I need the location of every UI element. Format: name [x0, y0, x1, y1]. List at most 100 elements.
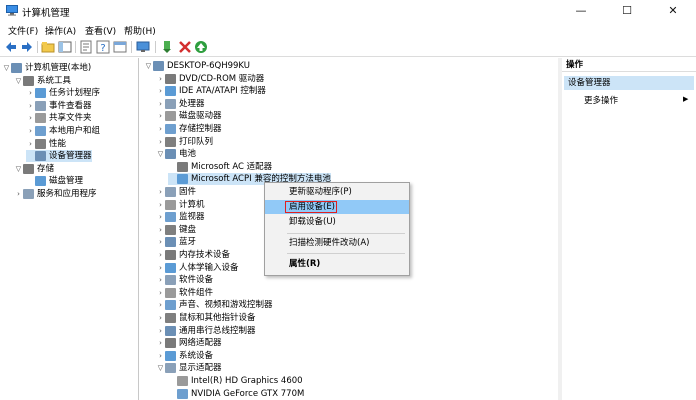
console-tree-item[interactable]: › 事件查看器	[26, 100, 92, 112]
update-driver-icon[interactable]	[161, 40, 175, 54]
expand-chevron-icon[interactable]: ›	[156, 73, 165, 85]
ctx-scan-hardware[interactable]: 扫描检测硬件改动(A)	[265, 236, 409, 250]
device-tree-item[interactable]: › 计算机	[156, 199, 205, 211]
device-tree-item[interactable]: › 打印队列	[156, 136, 213, 148]
expand-chevron-icon[interactable]: ›	[156, 325, 165, 337]
device-tree-item[interactable]: › 存储控制器	[156, 123, 222, 135]
device-tree-item[interactable]: › 键盘	[156, 224, 196, 236]
collapse-chevron-icon[interactable]: ▽	[2, 62, 11, 74]
console-tree-item[interactable]: 设备管理器	[26, 150, 92, 163]
menu-help[interactable]: 帮助(H)	[124, 24, 156, 37]
forward-arrow-icon[interactable]	[20, 40, 34, 54]
expand-chevron-icon[interactable]: ›	[156, 98, 165, 110]
menu-file[interactable]: 文件(F)	[8, 24, 38, 37]
actions-selected-section[interactable]: 设备管理器	[564, 76, 694, 90]
device-tree-item[interactable]: › 内存技术设备	[156, 249, 230, 261]
console-tree-item[interactable]: ▽ 存储	[14, 163, 54, 175]
expand-chevron-icon[interactable]: ›	[156, 110, 165, 122]
device-tree-item[interactable]: › 声音、视频和游戏控制器	[156, 299, 273, 311]
expand-chevron-icon[interactable]: ›	[156, 337, 165, 349]
back-arrow-icon[interactable]	[4, 40, 18, 54]
expand-chevron-icon[interactable]: ›	[156, 312, 165, 324]
collapse-chevron-icon[interactable]: ▽	[14, 75, 23, 87]
console-tree-item[interactable]: › 本地用户和组	[26, 125, 100, 137]
device-tree-item[interactable]: › 监视器	[156, 211, 205, 223]
enable-icon[interactable]	[194, 40, 208, 54]
folder-up-icon[interactable]	[41, 40, 55, 54]
expand-chevron-icon[interactable]: ›	[156, 236, 165, 248]
collapse-chevron-icon[interactable]: ▽	[14, 163, 23, 175]
ctx-enable-device[interactable]: 启用设备(E)	[265, 200, 409, 214]
menu-view[interactable]: 查看(V)	[85, 24, 116, 37]
device-tree-item[interactable]: › DVD/CD-ROM 驱动器	[156, 73, 264, 85]
ctx-properties[interactable]: 属性(R)	[265, 257, 409, 271]
device-tree-item[interactable]: › 鼠标和其他指针设备	[156, 312, 256, 324]
device-tree-item-label: 磁盘驱动器	[179, 111, 222, 122]
device-tree-node-icon	[165, 86, 176, 97]
console-tree-item[interactable]: › 共享文件夹	[26, 112, 92, 124]
expand-chevron-icon[interactable]: ›	[26, 138, 35, 150]
expand-chevron-icon[interactable]: ›	[156, 211, 165, 223]
device-tree-item[interactable]: Intel(R) HD Graphics 4600	[168, 375, 303, 387]
expand-chevron-icon[interactable]: ›	[156, 136, 165, 148]
device-tree-item[interactable]: › 磁盘驱动器	[156, 110, 222, 122]
expand-chevron-icon[interactable]: ›	[156, 287, 165, 299]
expand-chevron-icon[interactable]: ›	[14, 188, 23, 200]
expand-chevron-icon[interactable]: ›	[26, 112, 35, 124]
device-tree-item[interactable]: › IDE ATA/ATAPI 控制器	[156, 85, 266, 97]
device-tree-node-icon	[165, 250, 176, 260]
device-tree-item[interactable]: › 通用串行总线控制器	[156, 325, 256, 337]
device-tree-item[interactable]: › 蓝牙	[156, 236, 196, 248]
device-tree-item[interactable]: › 处理器	[156, 98, 205, 110]
collapse-chevron-icon[interactable]: ▽	[156, 148, 165, 160]
console-tree-item[interactable]: 磁盘管理	[26, 175, 83, 187]
close-button[interactable]: ✕	[650, 0, 696, 22]
expand-chevron-icon[interactable]: ›	[156, 199, 165, 211]
console-tree-item[interactable]: › 性能	[26, 138, 66, 150]
device-tree-item-label: Intel(R) HD Graphics 4600	[191, 376, 303, 386]
show-tree-icon[interactable]	[58, 40, 72, 54]
device-tree-item-label: 存储控制器	[179, 124, 222, 134]
collapse-chevron-icon[interactable]: ▽	[156, 362, 165, 374]
more-actions-link[interactable]: 更多操作	[584, 94, 618, 106]
monitor-icon[interactable]	[136, 40, 150, 54]
help-icon[interactable]: ?	[96, 40, 110, 54]
device-tree-item[interactable]: ▽ DESKTOP-6QH99KU	[144, 60, 250, 72]
console-tree-item[interactable]: ▽ 系统工具	[14, 75, 71, 87]
expand-chevron-icon[interactable]: ›	[156, 186, 165, 198]
expand-chevron-icon[interactable]: ›	[26, 87, 35, 99]
device-tree-item[interactable]: › 固件	[156, 186, 196, 198]
ctx-update-driver[interactable]: 更新驱动程序(P)	[265, 185, 409, 199]
device-tree-item[interactable]: › 软件设备	[156, 274, 213, 286]
device-tree-item[interactable]: › 人体学输入设备	[156, 262, 239, 274]
device-tree-item[interactable]: Microsoft AC 适配器	[168, 161, 272, 173]
expand-chevron-icon[interactable]: ›	[156, 224, 165, 236]
ctx-uninstall-device[interactable]: 卸载设备(U)	[265, 215, 409, 229]
device-tree-item[interactable]: NVIDIA GeForce GTX 770M	[168, 388, 304, 400]
device-tree-item[interactable]: ▽ 显示适配器	[156, 362, 222, 374]
device-tree-item[interactable]: › 软件组件	[156, 287, 213, 299]
console-tree-item[interactable]: › 服务和应用程序	[14, 188, 97, 200]
expand-chevron-icon[interactable]: ›	[156, 350, 165, 362]
expand-chevron-icon[interactable]: ›	[156, 262, 165, 274]
expand-chevron-icon[interactable]: ›	[156, 123, 165, 135]
expand-chevron-icon[interactable]: ›	[156, 299, 165, 311]
device-tree-item[interactable]: ▽ 电池	[156, 148, 196, 160]
device-tree-item[interactable]: › 系统设备	[156, 350, 213, 362]
expand-chevron-icon[interactable]: ›	[156, 85, 165, 97]
uninstall-icon[interactable]	[178, 40, 192, 54]
console-tree-item[interactable]: › 任务计划程序	[26, 87, 100, 99]
console-tree-item[interactable]: ▽ 计算机管理(本地)	[2, 62, 91, 74]
expand-chevron-icon[interactable]: ›	[26, 125, 35, 137]
properties-icon[interactable]	[79, 40, 93, 54]
console-icon[interactable]	[113, 40, 127, 54]
device-tree-node-icon	[165, 73, 176, 84]
menu-action[interactable]: 操作(A)	[45, 24, 76, 37]
expand-chevron-icon[interactable]: ›	[156, 249, 165, 261]
expand-chevron-icon[interactable]: ›	[26, 100, 35, 112]
expand-chevron-icon[interactable]: ›	[156, 274, 165, 286]
maximize-button[interactable]: ☐	[604, 0, 650, 22]
minimize-button[interactable]: —	[558, 0, 604, 22]
device-tree-item[interactable]: › 网络适配器	[156, 337, 222, 349]
collapse-chevron-icon[interactable]: ▽	[144, 60, 153, 72]
